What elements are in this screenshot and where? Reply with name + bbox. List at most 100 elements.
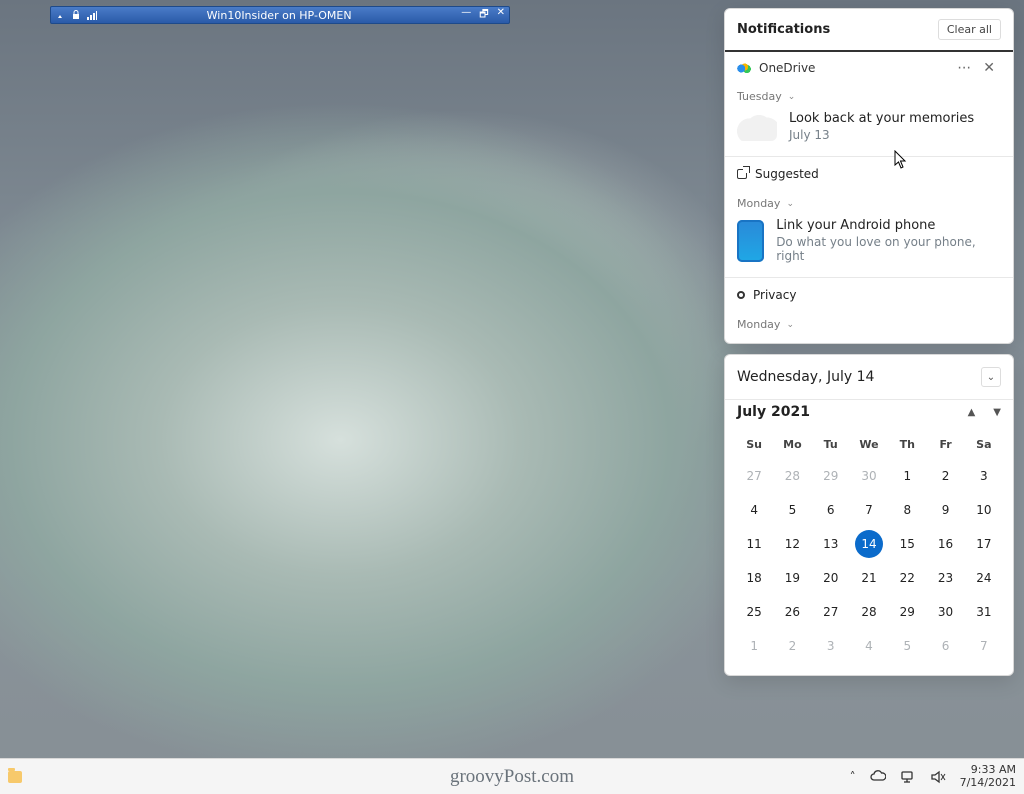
- more-icon[interactable]: ⋯: [951, 60, 977, 76]
- chevron-down-icon: ⌄: [788, 92, 796, 102]
- calendar-day[interactable]: 24: [965, 561, 1003, 595]
- calendar-day[interactable]: 26: [773, 595, 811, 629]
- calendar-day[interactable]: 1: [888, 459, 926, 493]
- clear-all-button[interactable]: Clear all: [938, 19, 1001, 40]
- taskbar[interactable]: groovyPost.com ˄ 9:33 AM 7/14/2021: [0, 758, 1024, 794]
- notification-day[interactable]: Monday ⌄: [725, 191, 1013, 212]
- calendar-day[interactable]: 2: [773, 629, 811, 663]
- calendar-day[interactable]: 27: [735, 459, 773, 493]
- calendar-weekday-header: Sa: [965, 430, 1003, 459]
- chevron-down-icon: ⌄: [786, 199, 794, 209]
- calendar-day[interactable]: 7: [965, 629, 1003, 663]
- taskbar-time: 9:33 AM: [960, 764, 1016, 776]
- calendar-day[interactable]: 23: [926, 561, 964, 595]
- calendar-day[interactable]: 3: [965, 459, 1003, 493]
- onedrive-icon: [737, 63, 751, 73]
- notification-day[interactable]: Monday ⌄: [725, 312, 1013, 343]
- network-tray-icon[interactable]: [900, 769, 916, 785]
- calendar-weekday-header: We: [850, 430, 888, 459]
- calendar-day[interactable]: 4: [735, 493, 773, 527]
- calendar-day[interactable]: 2: [926, 459, 964, 493]
- calendar-day[interactable]: 18: [735, 561, 773, 595]
- calendar-next-month[interactable]: ▼: [993, 407, 1001, 418]
- notification-item[interactable]: Look back at your memories July 13: [725, 105, 1013, 156]
- calendar-day[interactable]: 28: [773, 459, 811, 493]
- calendar-prev-month[interactable]: ▲: [968, 407, 976, 418]
- taskbar-date: 7/14/2021: [960, 777, 1016, 789]
- suggested-icon: [737, 169, 747, 179]
- calendar-day[interactable]: 20: [812, 561, 850, 595]
- calendar-day[interactable]: 9: [926, 493, 964, 527]
- notification-app-header[interactable]: OneDrive ⋯ ✕: [725, 52, 1013, 84]
- calendar-day[interactable]: 31: [965, 595, 1003, 629]
- calendar-weekday-header: Mo: [773, 430, 811, 459]
- calendar-day[interactable]: 15: [888, 527, 926, 561]
- notification-item-title: Look back at your memories: [789, 111, 974, 126]
- system-tray: ˄ 9:33 AM 7/14/2021: [850, 764, 1016, 788]
- calendar-day[interactable]: 5: [888, 629, 926, 663]
- close-icon[interactable]: ✕: [497, 7, 505, 24]
- taskbar-clock[interactable]: 9:33 AM 7/14/2021: [960, 764, 1016, 788]
- calendar-day[interactable]: 19: [773, 561, 811, 595]
- volume-muted-icon[interactable]: [930, 769, 946, 785]
- privacy-header[interactable]: Privacy: [725, 278, 1013, 312]
- calendar-day[interactable]: 29: [888, 595, 926, 629]
- pin-icon[interactable]: [55, 10, 65, 20]
- calendar-day[interactable]: 4: [850, 629, 888, 663]
- chevron-down-icon: ⌄: [786, 320, 794, 330]
- file-explorer-icon[interactable]: [8, 771, 22, 783]
- calendar-day-today[interactable]: 14: [855, 530, 883, 558]
- calendar-day[interactable]: 27: [812, 595, 850, 629]
- notification-app-name: OneDrive: [759, 61, 951, 75]
- calendar-weekday-header: Fr: [926, 430, 964, 459]
- calendar-day[interactable]: 28: [850, 595, 888, 629]
- calendar-day[interactable]: 1: [735, 629, 773, 663]
- tray-overflow-icon[interactable]: ˄: [850, 770, 856, 784]
- calendar-day[interactable]: 6: [926, 629, 964, 663]
- notifications-panel: Notifications Clear all OneDrive ⋯ ✕ Tue…: [724, 8, 1014, 344]
- calendar-weekday-header: Su: [735, 430, 773, 459]
- onedrive-tray-icon[interactable]: [870, 769, 886, 785]
- cloud-icon: [737, 115, 777, 141]
- calendar-day[interactable]: 30: [850, 459, 888, 493]
- calendar-day[interactable]: 8: [888, 493, 926, 527]
- calendar-day[interactable]: 30: [926, 595, 964, 629]
- calendar-day[interactable]: 5: [773, 493, 811, 527]
- gear-icon: [737, 291, 745, 299]
- calendar-day[interactable]: 29: [812, 459, 850, 493]
- calendar-weekday-header: Th: [888, 430, 926, 459]
- cursor-icon: [894, 150, 908, 170]
- suggested-header[interactable]: Suggested: [725, 157, 1013, 191]
- calendar-day[interactable]: 12: [773, 527, 811, 561]
- restore-icon[interactable]: 🗗: [479, 7, 488, 24]
- notification-item-sub: July 13: [789, 128, 974, 142]
- minimize-icon[interactable]: —: [461, 7, 471, 24]
- calendar-grid: SuMoTuWeThFrSa27282930123456789101112131…: [725, 424, 1013, 675]
- calendar-day[interactable]: 25: [735, 595, 773, 629]
- notification-item[interactable]: Link your Android phone Do what you love…: [725, 212, 1013, 277]
- notification-item-title: Link your Android phone: [776, 218, 1001, 233]
- dismiss-icon[interactable]: ✕: [977, 60, 1001, 76]
- rdp-title: Win10Insider on HP-OMEN: [103, 9, 455, 22]
- calendar-weekday-header: Tu: [812, 430, 850, 459]
- watermark-text: groovyPost.com: [450, 766, 574, 788]
- calendar-month-label[interactable]: July 2021: [737, 404, 810, 420]
- notification-item-sub: Do what you love on your phone, right: [776, 235, 1001, 263]
- notifications-title: Notifications: [737, 22, 830, 37]
- calendar-day[interactable]: 17: [965, 527, 1003, 561]
- calendar-day[interactable]: 10: [965, 493, 1003, 527]
- calendar-day[interactable]: 6: [812, 493, 850, 527]
- collapse-button[interactable]: ⌄: [981, 367, 1001, 387]
- calendar-day[interactable]: 21: [850, 561, 888, 595]
- calendar-day[interactable]: 3: [812, 629, 850, 663]
- calendar-day[interactable]: 22: [888, 561, 926, 595]
- calendar-panel: Wednesday, July 14 ⌄ July 2021 ▲ ▼ SuMoT…: [724, 354, 1014, 676]
- phone-icon: [737, 220, 764, 262]
- rdp-connection-bar[interactable]: Win10Insider on HP-OMEN — 🗗 ✕: [50, 6, 510, 24]
- calendar-day[interactable]: 16: [926, 527, 964, 561]
- calendar-day[interactable]: 13: [812, 527, 850, 561]
- notification-day[interactable]: Tuesday ⌄: [725, 84, 1013, 105]
- calendar-day[interactable]: 7: [850, 493, 888, 527]
- calendar-day[interactable]: 11: [735, 527, 773, 561]
- calendar-current-date: Wednesday, July 14: [737, 369, 874, 385]
